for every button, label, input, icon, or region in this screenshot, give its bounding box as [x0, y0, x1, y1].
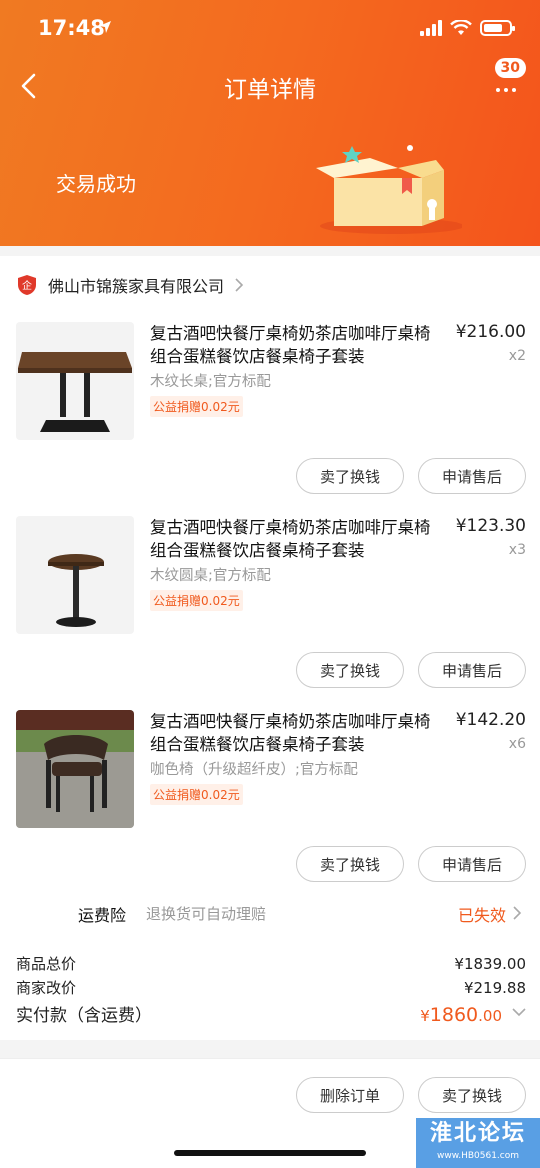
product-thumbnail[interactable]: [16, 710, 134, 828]
product-price: ¥123.30: [455, 516, 526, 536]
chevron-down-icon[interactable]: [512, 1007, 526, 1017]
message-count-badge: 30: [494, 58, 526, 78]
product-spec: 咖色椅（升级超纤皮）;官方标配: [150, 762, 358, 778]
sell-button[interactable]: 卖了换钱: [296, 846, 404, 882]
sell-button[interactable]: 卖了换钱: [296, 652, 404, 688]
order-item[interactable]: 复古酒吧快餐厅桌椅奶茶店咖啡厅桌椅组合蛋糕餐饮店餐桌椅子套装 ¥216.00 x…: [0, 322, 540, 516]
after-sale-button[interactable]: 申请售后: [418, 846, 526, 882]
product-name[interactable]: 复古酒吧快餐厅桌椅奶茶店咖啡厅桌椅组合蛋糕餐饮店餐桌椅子套装: [150, 322, 446, 368]
paid-integer: 1860: [429, 1004, 479, 1026]
wifi-icon: [450, 20, 472, 35]
after-sale-button[interactable]: 申请售后: [418, 652, 526, 688]
cellular-signal-icon: [420, 20, 442, 36]
product-price: ¥142.20: [455, 710, 526, 730]
watermark-title: 淮北论坛: [429, 1121, 526, 1146]
more-menu-button[interactable]: 30: [490, 58, 526, 96]
order-header: 17:48 订单详情 30 交易成功: [0, 0, 540, 246]
home-indicator[interactable]: [174, 1150, 366, 1156]
rectangular-wood-table-image: [16, 322, 134, 440]
open-box-illustration: [316, 145, 462, 234]
shop-name: 佛山市锦簇家具有限公司: [48, 277, 225, 296]
after-sale-button[interactable]: 申请售后: [418, 458, 526, 494]
product-thumbnail[interactable]: [16, 322, 134, 440]
status-time: 17:48: [38, 16, 105, 40]
order-item[interactable]: 复古酒吧快餐厅桌椅奶茶店咖啡厅桌椅组合蛋糕餐饮店餐桌椅子套装 ¥142.20 x…: [0, 710, 540, 904]
product-quantity: x2: [508, 348, 526, 364]
paid-amount-row[interactable]: 实付款（含运费） ¥1860.00: [16, 1001, 526, 1026]
chevron-right-icon: [235, 278, 244, 292]
goods-total-row: 商品总价 ¥1839.00: [16, 953, 526, 974]
insurance-status: 已失效: [457, 906, 506, 925]
insurance-label: 运费险: [78, 906, 127, 925]
product-thumbnail[interactable]: [16, 516, 134, 634]
paid-amount-label: 实付款（含运费）: [16, 1006, 152, 1026]
delete-order-button[interactable]: 删除订单: [296, 1077, 404, 1113]
location-arrow-icon: [99, 21, 111, 33]
forum-watermark: 淮北论坛 www.HB0561.com: [416, 1118, 540, 1168]
brown-leather-chair-image: [16, 710, 134, 828]
price-adjust-label: 商家改价: [16, 979, 77, 997]
product-spec: 木纹圆桌;官方标配: [150, 568, 271, 584]
charity-tag: 公益捐赠0.02元: [150, 590, 243, 611]
status-indicators: [420, 20, 515, 36]
product-quantity: x6: [508, 736, 526, 752]
shipping-insurance-row[interactable]: 运费险 退换货可自动理赔 已失效: [0, 896, 540, 930]
shop-link[interactable]: 企 佛山市锦簇家具有限公司: [16, 270, 244, 300]
price-adjust-value: ¥219.88: [463, 979, 526, 997]
sell-button[interactable]: 卖了换钱: [296, 458, 404, 494]
order-item[interactable]: 复古酒吧快餐厅桌椅奶茶店咖啡厅桌椅组合蛋糕餐饮店餐桌椅子套装 ¥123.30 x…: [0, 516, 540, 710]
svg-text:企: 企: [22, 279, 32, 292]
page-title: 订单详情: [224, 77, 316, 103]
chevron-right-icon: [513, 906, 522, 920]
sell-order-button[interactable]: 卖了换钱: [418, 1077, 526, 1113]
price-adjust-row: 商家改价 ¥219.88: [16, 977, 526, 998]
product-name[interactable]: 复古酒吧快餐厅桌椅奶茶店咖啡厅桌椅组合蛋糕餐饮店餐桌椅子套装: [150, 710, 446, 756]
charity-tag: 公益捐赠0.02元: [150, 784, 243, 805]
product-quantity: x3: [508, 542, 526, 558]
watermark-url: www.HB0561.com: [436, 1151, 520, 1161]
order-status-text: 交易成功: [56, 172, 136, 196]
more-dots-icon: [496, 88, 516, 92]
insurance-description: 退换货可自动理赔: [146, 905, 267, 923]
paid-amount-value: ¥1860.00: [420, 1004, 502, 1026]
paid-decimal: .00: [478, 1007, 502, 1025]
product-price: ¥216.00: [455, 322, 526, 342]
product-spec: 木纹长桌;官方标配: [150, 374, 271, 390]
round-wood-table-image: [16, 516, 134, 634]
goods-total-value: ¥1839.00: [454, 955, 526, 973]
charity-tag: 公益捐赠0.02元: [150, 396, 243, 417]
goods-total-label: 商品总价: [16, 955, 77, 973]
product-name[interactable]: 复古酒吧快餐厅桌椅奶茶店咖啡厅桌椅组合蛋糕餐饮店餐桌椅子套装: [150, 516, 446, 562]
battery-icon: [480, 20, 515, 36]
enterprise-shield-icon: 企: [18, 275, 36, 295]
paid-currency: ¥: [420, 1007, 430, 1025]
